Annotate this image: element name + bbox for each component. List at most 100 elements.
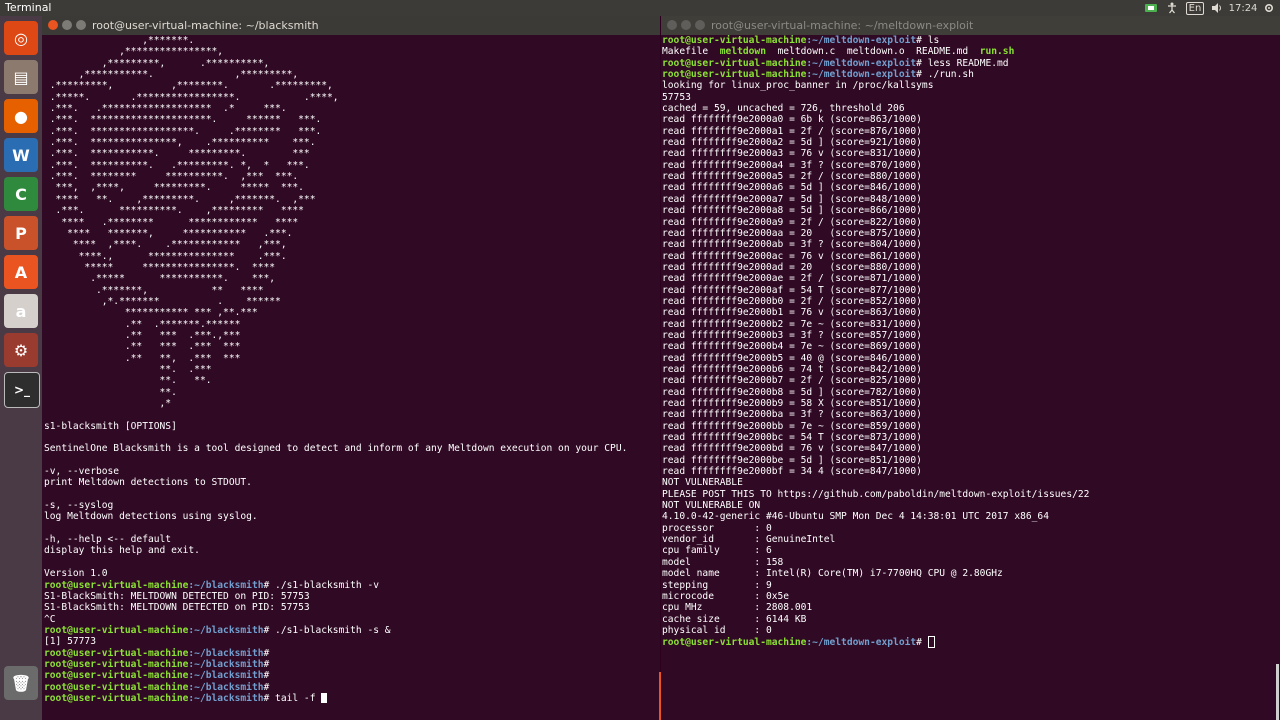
prompt-line: root@user-virtual-machine:~/meltdown-exp… [662,636,1280,649]
output-line: read ffffffff9e2000a9 = 2f / (score=822/… [662,216,922,228]
network-icon[interactable] [1143,1,1159,15]
output-line: read ffffffff9e2000ba = 3f ? (score=863/… [662,409,922,421]
command-text: # tail -f [263,692,322,704]
software-center-icon[interactable]: A [4,255,38,289]
output-line: read ffffffff9e2000b6 = 74 t (score=842/… [662,363,922,375]
trash-icon[interactable]: 🗑 [4,666,38,700]
output-line: **. **. [44,375,212,387]
file-name: run.sh [979,46,1015,58]
keyboard-layout-indicator[interactable]: En [1186,2,1204,15]
terminal-window-meltdown[interactable]: root@user-virtual-machine: ~/meltdown-ex… [661,16,1280,720]
active-app-name: Terminal [5,1,52,14]
output-line: .***. ******** **********. ,*** ***. [44,171,299,183]
clock[interactable]: 17:24 [1229,1,1258,15]
output-line: read ffffffff9e2000bc = 54 T (score=873/… [662,432,922,444]
text-cursor[interactable] [321,692,328,703]
maximize-button[interactable] [695,20,705,30]
writer-icon[interactable]: W [4,138,38,172]
output-line: .***. ***********. *********. *** [44,148,310,160]
maximize-button[interactable] [76,20,86,30]
output-line: read ffffffff9e2000b1 = 76 v (score=863/… [662,307,922,319]
prompt-line: root@user-virtual-machine:~/blacksmith# [44,648,660,659]
output-line: read ffffffff9e2000a0 = 6b k (score=863/… [662,114,922,126]
output-line: looking for linux_proc_banner in /proc/k… [662,80,934,92]
output-line: .***. ******************. .******** ***. [44,125,322,137]
output-line: SentinelOne Blacksmith is a tool designe… [44,443,628,455]
text-cursor[interactable] [927,636,935,649]
output-line: read ffffffff9e2000a3 = 76 v (score=831/… [662,148,922,160]
power-gear-icon[interactable] [1262,1,1276,15]
prompt-line: root@user-virtual-machine:~/blacksmith# [44,682,660,693]
output-line: .***** ***********. ***, [44,273,276,285]
output-line: microcode : 0x5e [662,590,790,602]
prompt-line: root@user-virtual-machine:~/blacksmith# … [44,692,660,704]
output-line: read ffffffff9e2000a5 = 2f / (score=880/… [662,171,922,183]
output-line: **** .******** ************ **** [44,216,299,228]
output-line: *********** *** ,**.*** [44,307,258,319]
launcher: ◎ ▤ ● W C P Aa ⚙ >_ 🗑 [0,16,43,720]
amazon-icon[interactable]: a [4,294,38,328]
prompt-path: :~/meltdown-exploit [806,69,917,81]
output-line: read ffffffff9e2000a7 = 5d ] (score=848/… [662,193,922,205]
calc-icon[interactable]: C [4,177,38,211]
prompt-user-host: root@user-virtual-machine [44,670,189,682]
output-line: **. .*** [44,363,212,375]
minimize-button[interactable] [62,20,72,30]
prompt-path: :~/blacksmith [188,579,264,591]
settings-icon[interactable]: ⚙ [4,333,38,367]
output-line: PLEASE POST THIS TO https://github.com/p… [662,488,1090,500]
prompt-path: :~/meltdown-exploit [806,35,917,46]
prompt-user-host: root@user-virtual-machine [44,681,189,693]
output-line: stepping : 9 [662,579,772,591]
prompt-path: :~/blacksmith [188,647,264,659]
output-line: read ffffffff9e2000ae = 2f / (score=871/… [662,273,922,285]
close-button[interactable] [667,20,677,30]
output-line: read ffffffff9e2000b3 = 3f ? (score=857/… [662,329,922,341]
scrollbar-right[interactable] [1276,664,1279,720]
output-line: .***. **********. .*********. *, * ***. [44,159,310,171]
top-panel: Terminal En 17:24 [0,0,1280,16]
output-line: read ffffffff9e2000ab = 3f ? (score=804/… [662,239,922,251]
output-line: read ffffffff9e2000b0 = 2f / (score=852/… [662,295,922,307]
volume-icon[interactable] [1210,1,1224,15]
window-titlebar[interactable]: root@user-virtual-machine: ~/blacksmith [42,16,660,35]
output-line: Version 1.0 [44,568,108,580]
terminal-output[interactable]: root@user-virtual-machine:~/meltdown-exp… [662,35,1280,720]
output-line: read ffffffff9e2000bf = 34 4 (score=847/… [662,466,922,478]
firefox-icon[interactable]: ● [4,99,38,133]
output-line: .** *** .***.,*** [44,329,241,341]
close-button[interactable] [48,20,58,30]
window-title: root@user-virtual-machine: ~/meltdown-ex… [711,19,974,32]
minimize-button[interactable] [681,20,691,30]
prompt-user-host: root@user-virtual-machine [44,579,189,591]
output-line: cached = 59, uncached = 726, threshold 2… [662,103,905,115]
terminal-window-blacksmith[interactable]: root@user-virtual-machine: ~/blacksmith … [42,16,660,720]
file-name: meltdown [719,46,766,58]
terminal-output[interactable]: ,*******. ,****************, ,*********,… [44,35,660,720]
output-line: **** **. ,*********. ,*******. ,*** [44,193,316,205]
output-line: processor : 0 [662,522,772,534]
window-titlebar[interactable]: root@user-virtual-machine: ~/meltdown-ex… [661,16,1280,35]
ubuntu-dash-icon[interactable]: ◎ [4,21,38,55]
output-line: physical id : 0 [662,624,772,636]
output-line: read ffffffff9e2000b7 = 2f / (score=825/… [662,375,922,387]
output-line: [1] 57773 [44,636,96,648]
impress-icon[interactable]: P [4,216,38,250]
prompt-line: root@user-virtual-machine:~/meltdown-exp… [662,35,1280,46]
output-line: .** **, .*** *** [44,352,241,364]
prompt-line: root@user-virtual-machine:~/blacksmith# [44,670,660,681]
prompt-path: :~/blacksmith [188,692,264,704]
output-line: read ffffffff9e2000b5 = 40 @ (score=846/… [662,352,922,364]
files-icon[interactable]: ▤ [4,60,38,94]
output-line: read ffffffff9e2000a6 = 5d ] (score=846/… [662,182,922,194]
prompt-user-host: root@user-virtual-machine [662,57,807,69]
command-text: # ./run.sh [916,69,974,81]
output-line: log Meltdown detections using syslog. [44,511,258,523]
accessibility-icon[interactable] [1165,1,1179,15]
terminal-icon[interactable]: >_ [4,372,40,408]
output-line: ^C [44,613,56,625]
output-line: ,***********. ,*********, [44,69,299,81]
prompt-path: :~/blacksmith [188,658,264,670]
